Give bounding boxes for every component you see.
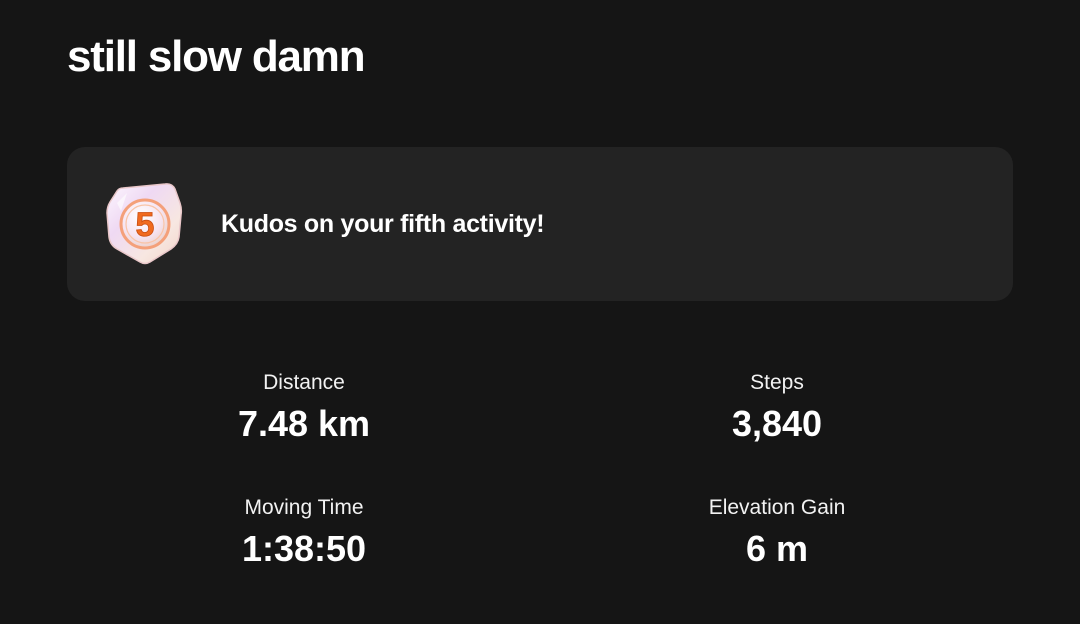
achievement-card: 5 Kudos on your fifth activity! [67,147,1013,301]
elevation-gain-label: Elevation Gain [708,496,846,519]
stat-steps: Steps 3,840 [627,370,927,446]
fifth-activity-badge-icon: 5 [105,181,185,265]
distance-value: 7.48 km [237,403,371,444]
stat-moving-time: Moving Time 1:38:50 [154,495,454,571]
badge-number: 5 [136,206,155,244]
elevation-gain-value: 6 m [745,528,809,569]
moving-time-label: Moving Time [244,496,364,519]
stat-elevation-gain: Elevation Gain 6 m [627,495,927,571]
achievement-message: Kudos on your fifth activity! [221,210,545,238]
steps-label: Steps [750,371,804,394]
stat-distance: Distance 7.48 km [154,370,454,446]
steps-value: 3,840 [731,403,823,444]
activity-title: still slow damn [67,32,366,81]
moving-time-value: 1:38:50 [241,528,367,569]
distance-label: Distance [263,371,345,394]
